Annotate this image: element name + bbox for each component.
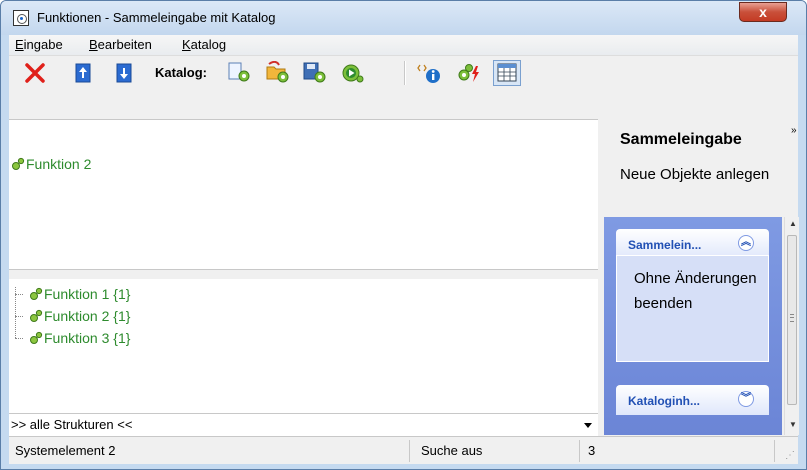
function-icon (30, 309, 43, 322)
menu-eingabe[interactable]: Eingabe (15, 37, 63, 52)
status-divider (409, 440, 410, 462)
group-header-label: Sammelein... (628, 238, 702, 252)
list-item[interactable]: Funktion 2 (11, 156, 91, 172)
tree-item[interactable]: Funktion 3 {1} (29, 330, 130, 346)
status-element: Systemelement 2 (15, 443, 116, 458)
title-bar[interactable]: Funktionen - Sammeleingabe mit Katalog x (1, 1, 806, 35)
window-title: Funktionen - Sammeleingabe mit Katalog (37, 10, 276, 25)
upper-header-field[interactable] (9, 119, 598, 149)
task-panel-scrollbar[interactable]: ▲ ▼ (784, 217, 799, 435)
panel-subtitle: Neue Objekte anlegen (620, 166, 770, 183)
catalog-run-icon[interactable] (340, 61, 364, 85)
tree-item[interactable]: Funktion 1 {1} (29, 286, 130, 302)
move-down-icon[interactable] (112, 61, 136, 85)
tree-item-label: Funktion 3 {1} (44, 330, 131, 346)
collapse-chevron-icon[interactable]: ︽ (738, 235, 754, 251)
catalog-new-icon[interactable] (227, 61, 251, 85)
app-icon (13, 10, 29, 26)
move-up-icon[interactable] (71, 61, 95, 85)
dropdown-arrow-icon[interactable] (584, 423, 592, 428)
group-header-kataloginhalt[interactable]: Kataloginh... ︾ (616, 385, 769, 415)
function-icon (30, 287, 43, 300)
delete-icon[interactable] (23, 61, 47, 85)
toolbar: Katalog: (9, 56, 798, 89)
menu-bearbeiten[interactable]: Bearbeiten (89, 37, 152, 52)
tree-item-label: Funktion 1 {1} (44, 286, 131, 302)
expand-chevron-icon[interactable]: ︾ (738, 391, 754, 407)
tree-connector (15, 316, 23, 317)
application-window: Funktionen - Sammeleingabe mit Katalog x… (0, 0, 807, 470)
selected-functions-pane: Funktion 2 (9, 148, 598, 269)
status-divider (579, 440, 580, 462)
tree-connector (15, 294, 23, 295)
group-body: Ohne Änderungen beenden (616, 255, 769, 362)
tree-item[interactable]: Funktion 2 {1} (29, 308, 130, 324)
exit-without-changes-link[interactable]: Ohne Änderungen beenden (634, 266, 764, 316)
resize-grip-icon[interactable]: ⋰ (785, 450, 795, 461)
toolbar-separator (404, 61, 406, 85)
tree-item-label: Funktion 2 {1} (44, 308, 131, 324)
grip-icon (790, 314, 794, 322)
node-label: Funktion 2 (26, 156, 92, 172)
info-icon[interactable] (417, 61, 441, 85)
tree-connector (15, 338, 23, 339)
catalog-save-icon[interactable] (302, 61, 326, 85)
menu-bar: Eingabe Bearbeiten Katalog (9, 35, 798, 56)
close-button[interactable]: x (739, 2, 787, 22)
group-header-label: Kataloginh... (628, 394, 700, 408)
panel-title: Sammeleingabe (620, 131, 742, 148)
scroll-down-icon[interactable]: ▼ (789, 420, 797, 429)
task-panel: Sammeleingabe » Neue Objekte anlegen Sam… (599, 119, 799, 435)
table-view-icon[interactable] (493, 60, 521, 86)
function-icon (30, 331, 43, 344)
catalog-open-icon[interactable] (265, 61, 289, 85)
client-area: Eingabe Bearbeiten Katalog Katalog: Funk… (9, 35, 799, 464)
katalog-label: Katalog: (155, 65, 207, 80)
status-count: 3 (588, 443, 596, 458)
status-search: Suche aus (421, 443, 483, 458)
function-flash-icon[interactable] (456, 61, 480, 85)
scroll-up-icon[interactable]: ▲ (789, 219, 797, 228)
status-bar: Systemelement 2 Suche aus 3 ⋰ (9, 436, 798, 464)
structure-select-value: >> alle Strukturen << (11, 417, 133, 432)
scrollbar-thumb[interactable] (787, 235, 797, 405)
task-groups: Sammelein... ︽ Ohne Änderungen beenden K… (604, 217, 782, 435)
structure-select[interactable]: >> alle Strukturen << (9, 413, 598, 436)
collapse-panel-icon[interactable]: » (791, 125, 797, 136)
menu-katalog[interactable]: Katalog (182, 37, 226, 52)
function-icon (12, 157, 25, 170)
status-divider (774, 440, 775, 462)
